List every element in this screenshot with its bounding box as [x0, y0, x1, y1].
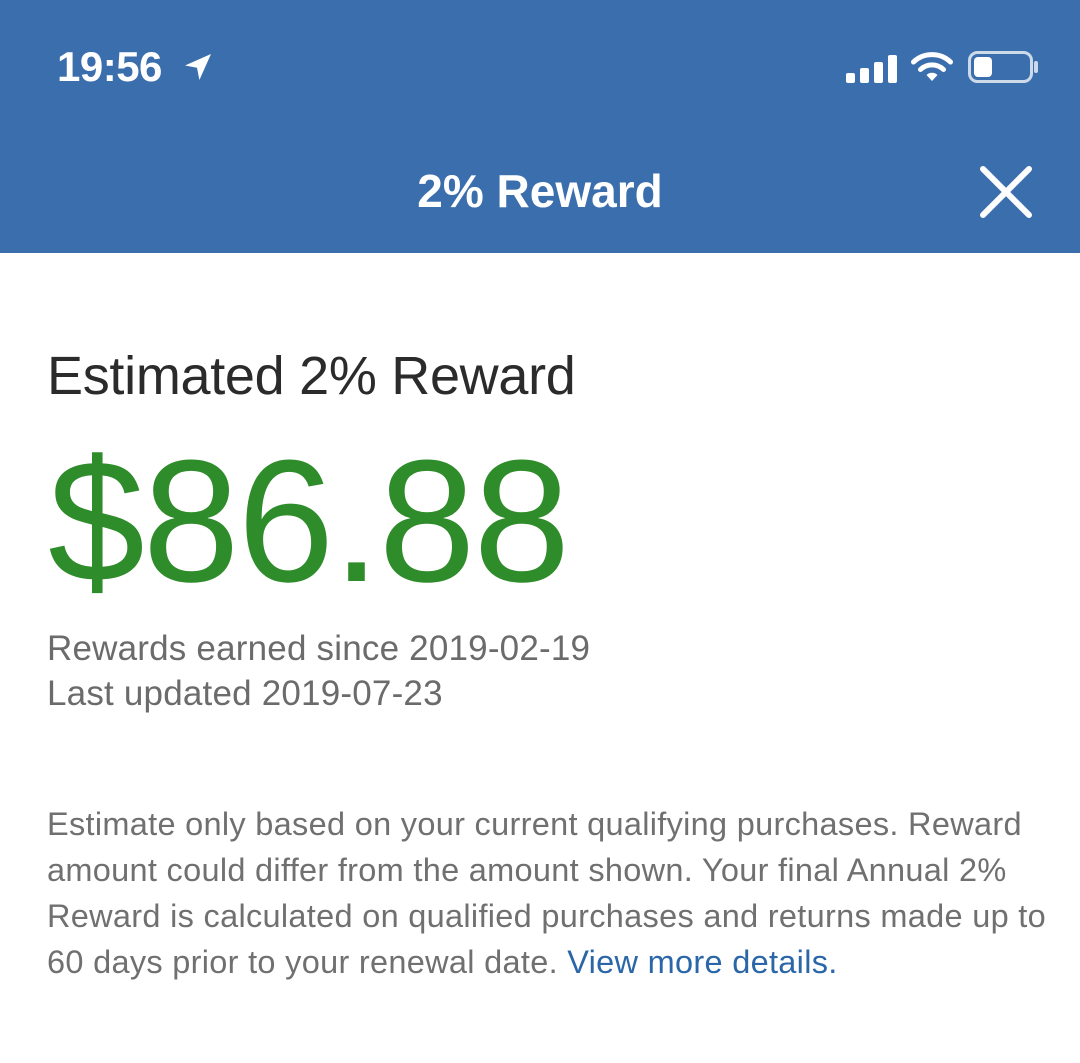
battery-icon	[968, 51, 1038, 83]
close-button[interactable]	[972, 160, 1040, 224]
nav-title: 2% Reward	[417, 165, 663, 217]
view-more-details-link[interactable]: View more details.	[567, 944, 837, 980]
reward-amount: $86.88	[48, 423, 570, 618]
cellular-signal-icon	[846, 55, 897, 83]
status-time: 19:56	[57, 43, 162, 90]
header-bar: 19:56 2% Reward	[0, 0, 1080, 253]
earned-since-text: Rewards earned since 2019-02-19	[47, 629, 591, 668]
reward-heading: Estimated 2% Reward	[47, 346, 576, 406]
location-arrow-icon	[185, 54, 211, 80]
disclaimer-body: Estimate only based on your current qual…	[47, 806, 1046, 980]
close-icon	[980, 166, 1032, 218]
last-updated-text: Last updated 2019-07-23	[47, 674, 443, 713]
wifi-icon	[911, 52, 953, 81]
disclaimer-text: Estimate only based on your current qual…	[47, 801, 1047, 985]
reward-screen: 19:56 2% Reward Estimated 2% Reward $86.…	[0, 0, 1080, 1063]
